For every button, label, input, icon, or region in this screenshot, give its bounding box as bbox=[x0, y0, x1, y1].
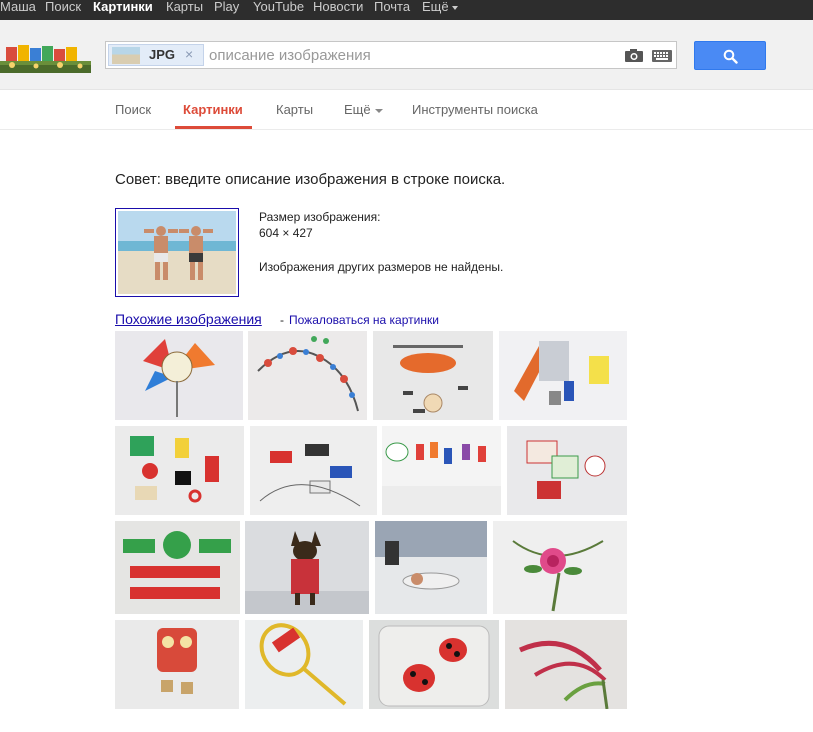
report-images-link[interactable]: Пожаловаться на картинки bbox=[289, 313, 439, 327]
image-size-label: Размер изображения: bbox=[259, 210, 381, 224]
chevron-down-icon bbox=[451, 5, 458, 10]
result-thumbnail-ice-cream-magnets[interactable] bbox=[382, 426, 501, 515]
query-chip-label: JPG bbox=[149, 47, 176, 62]
image-query-chip[interactable]: JPG × bbox=[108, 44, 204, 66]
result-thumbnail-ladybug-plate[interactable] bbox=[369, 620, 499, 709]
query-chip-thumbnail bbox=[112, 47, 140, 64]
tab-images[interactable]: Картинки bbox=[183, 102, 243, 117]
result-thumbnail-beaded-bracelet[interactable] bbox=[248, 331, 367, 420]
keyboard-icon[interactable] bbox=[652, 50, 672, 62]
camera-icon[interactable] bbox=[625, 49, 643, 62]
tab-more-label: Ещё bbox=[344, 102, 371, 117]
similar-images-link[interactable]: Похожие изображения bbox=[115, 311, 262, 327]
chevron-down-icon bbox=[374, 108, 383, 113]
result-thumbnail-robot-figure-parts[interactable] bbox=[499, 331, 627, 420]
search-input[interactable] bbox=[209, 46, 609, 64]
tab-search-tools[interactable]: Инструменты поиска bbox=[412, 102, 538, 117]
result-thumbnail-toy-cars-strings[interactable] bbox=[250, 426, 377, 515]
result-thumbnail-squash-racket[interactable] bbox=[245, 620, 363, 709]
search-button[interactable] bbox=[694, 41, 766, 70]
result-thumbnail-toy-helicopter-kit[interactable] bbox=[373, 331, 493, 420]
topbar-item-more[interactable]: Ещё bbox=[422, 0, 458, 15]
top-navigation-bar: Маша Поиск Картинки Карты Play YouTube Н… bbox=[0, 0, 813, 20]
result-thumbnail-plastic-toy-parts[interactable] bbox=[115, 426, 244, 515]
topbar-item-play[interactable]: Play bbox=[214, 0, 239, 15]
topbar-item-images[interactable]: Картинки bbox=[93, 0, 153, 15]
topbar-item-youtube[interactable]: YouTube bbox=[253, 0, 304, 15]
search-icon bbox=[723, 49, 738, 64]
tab-maps[interactable]: Карты bbox=[276, 102, 313, 117]
topbar-item-user[interactable]: Маша bbox=[0, 0, 36, 15]
query-image-thumbnail[interactable] bbox=[115, 208, 239, 297]
close-icon[interactable]: × bbox=[185, 46, 193, 62]
result-thumbnail-fan-brooch-pin[interactable] bbox=[115, 331, 243, 420]
result-thumbnail-red-plant-sprouts[interactable] bbox=[505, 620, 627, 709]
result-thumbnail-fabric-owl-keychain[interactable] bbox=[115, 620, 239, 709]
topbar-item-mail[interactable]: Почта bbox=[374, 0, 410, 15]
result-thumbnail-dog-in-sweater[interactable] bbox=[245, 521, 369, 614]
divider bbox=[0, 129, 813, 130]
result-thumbnail-martial-arts-class[interactable] bbox=[375, 521, 487, 614]
tab-more[interactable]: Ещё bbox=[344, 102, 383, 117]
topbar-item-maps[interactable]: Карты bbox=[166, 0, 203, 15]
search-tip: Совет: введите описание изображения в ст… bbox=[115, 171, 506, 188]
result-thumbnail-pink-flower-arrangement[interactable] bbox=[493, 521, 627, 614]
result-thumbnail-chinese-sign[interactable] bbox=[115, 521, 240, 614]
result-thumbnail-gift-tags[interactable] bbox=[507, 426, 627, 515]
other-sizes-note: Изображения других размеров не найдены. bbox=[259, 260, 504, 274]
google-doodle-logo[interactable] bbox=[0, 43, 91, 73]
separator: - bbox=[280, 313, 284, 327]
topbar-item-search[interactable]: Поиск bbox=[45, 0, 81, 15]
topbar-item-news[interactable]: Новости bbox=[313, 0, 363, 15]
topbar-more-label: Ещё bbox=[422, 0, 449, 14]
search-box: JPG × bbox=[105, 41, 677, 69]
tab-search[interactable]: Поиск bbox=[115, 102, 151, 117]
image-size-value: 604 × 427 bbox=[259, 226, 313, 240]
